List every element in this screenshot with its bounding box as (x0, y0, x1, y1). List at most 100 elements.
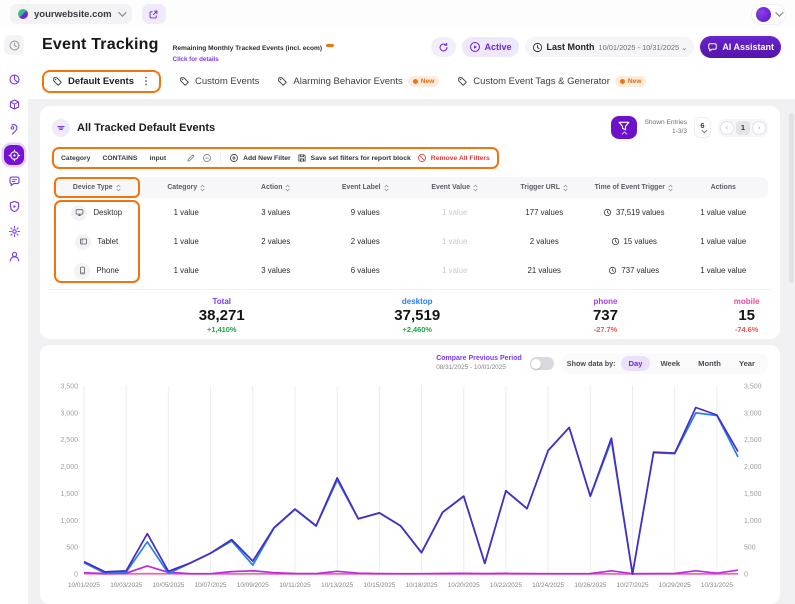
svg-text:1,000: 1,000 (60, 518, 78, 525)
sidebar-item-chat[interactable] (5, 172, 23, 190)
actions-cell[interactable]: 1 value value (679, 208, 769, 217)
time-cell[interactable]: 737 values (589, 266, 679, 275)
action-cell[interactable]: 2 values (231, 237, 321, 246)
show-by-week[interactable]: Week (652, 356, 688, 371)
remove-all-filters-button[interactable]: Remove All Filters (417, 153, 490, 163)
sidebar-item-media[interactable] (5, 197, 23, 215)
prev-page-button[interactable]: ‹ (720, 120, 734, 135)
page-size-select[interactable]: 6 (694, 117, 711, 138)
sidebar-item-gesture[interactable] (5, 120, 23, 138)
tab-custom-events[interactable]: Custom Events (179, 76, 259, 87)
svg-text:10/11/2025: 10/11/2025 (279, 582, 311, 589)
sidebar-item-package[interactable] (5, 95, 23, 113)
table-row[interactable]: Phone 1 value 3 values 6 values 1 value … (52, 256, 768, 285)
table-row[interactable]: Desktop 1 value 3 values 9 values 1 valu… (52, 198, 768, 227)
quota-indicator (326, 44, 335, 48)
status-button[interactable]: Active (461, 37, 519, 57)
sidebar-item-event-tracking[interactable] (4, 145, 24, 165)
ai-assistant-button[interactable]: AI Assistant (700, 36, 781, 58)
open-site-button[interactable] (141, 4, 166, 24)
column-header-time-of-event-trigger[interactable]: Time of Event Trigger (589, 184, 679, 192)
filter-field[interactable]: Category (61, 155, 90, 162)
pagination: ‹ 1 › (718, 118, 768, 137)
sidebar-item-settings[interactable] (5, 222, 23, 240)
tab-default-events[interactable]: Default Events ⋮ (42, 70, 161, 93)
user-menu[interactable] (752, 4, 785, 24)
site-logo-icon (18, 9, 28, 19)
sort-icon[interactable] (115, 184, 121, 192)
column-header-category[interactable]: Category (142, 184, 232, 192)
column-header-actions[interactable]: Actions (679, 184, 769, 191)
column-label: Actions (710, 184, 736, 191)
time-cell[interactable]: 15 values (589, 237, 679, 246)
category-cell[interactable]: 1 value (142, 266, 232, 275)
content-area: All Tracked Default Events Shown Entries (28, 99, 795, 604)
column-label: Event Label (341, 184, 381, 191)
column-header-device-type[interactable]: Device Type (54, 177, 140, 198)
date-range-picker[interactable]: Last Month 10/01/2025 - 10/31/2025 ⌄ (524, 37, 695, 57)
sort-icon[interactable] (668, 184, 673, 192)
device-cell[interactable]: Phone (52, 262, 142, 279)
sort-icon[interactable] (473, 184, 478, 192)
show-by-year[interactable]: Year (731, 356, 763, 371)
event-label-cell[interactable]: 2 values (321, 237, 411, 246)
category-cell[interactable]: 1 value (142, 208, 232, 217)
stat-phone: phone 737 -27.7% (593, 297, 618, 334)
device-cell[interactable]: Desktop (52, 204, 142, 221)
trigger-url-cell[interactable]: 177 values (500, 208, 590, 217)
compare-period-toggle[interactable] (529, 357, 554, 370)
sort-icon[interactable] (383, 184, 389, 192)
current-page[interactable]: 1 (736, 120, 750, 135)
kebab-menu-icon[interactable]: ⋮ (141, 76, 151, 87)
action-cell[interactable]: 3 values (231, 266, 321, 275)
refresh-button[interactable] (430, 37, 456, 57)
stat-label: Total (212, 297, 232, 306)
compare-period-block: Compare Previous Period 08/31/2025 - 10/… (436, 355, 522, 371)
column-header-event-label[interactable]: Event Label (321, 184, 411, 192)
show-by-month[interactable]: Month (690, 356, 729, 371)
site-selector[interactable]: yourwebsite.com (10, 4, 132, 24)
device-cell[interactable]: Tablet (52, 233, 142, 250)
save-filters-button[interactable]: Save set filters for report block (297, 153, 411, 163)
svg-text:10/01/2025: 10/01/2025 (68, 582, 100, 589)
remove-filter-button[interactable] (202, 153, 212, 163)
tag-icon (457, 76, 468, 87)
event-label-cell[interactable]: 6 values (321, 266, 411, 275)
column-header-event-value[interactable]: Event Value (410, 184, 500, 192)
next-page-button[interactable]: › (752, 120, 766, 135)
sidebar-item-analytics[interactable] (5, 70, 23, 88)
tracked-events-panel: All Tracked Default Events Shown Entries (40, 106, 780, 339)
actions-cell[interactable]: 1 value value (679, 237, 769, 246)
sort-icon[interactable] (563, 184, 568, 192)
category-cell[interactable]: 1 value (142, 237, 232, 246)
show-by-day[interactable]: Day (620, 356, 651, 371)
column-header-trigger-url[interactable]: Trigger URL (500, 184, 590, 192)
event-label-cell[interactable]: 9 values (321, 208, 411, 217)
svg-text:2,500: 2,500 (744, 437, 762, 444)
time-cell[interactable]: 37,519 values (589, 208, 679, 217)
details-link[interactable]: Click for details (173, 56, 335, 63)
sort-icon[interactable] (200, 184, 205, 192)
layers-icon (57, 125, 65, 130)
column-filter-button[interactable] (611, 116, 638, 139)
table-row[interactable]: Tablet 1 value 2 values 2 values 1 value… (52, 227, 768, 256)
edit-filter-button[interactable] (186, 153, 196, 163)
table-header: Device Type Category Action Event Label Even… (52, 177, 768, 198)
add-filter-button[interactable]: Add New Filter (229, 153, 291, 163)
tab-custom-event-tags-generator[interactable]: Custom Event Tags & Generator New (457, 76, 647, 87)
column-header-action[interactable]: Action (231, 184, 321, 192)
stats-summary: Total 38,271 +1,410% desktop 37,519 +2,46… (48, 289, 772, 339)
tab-alarming-behavior-events[interactable]: Alarming Behavior Events New (277, 76, 440, 87)
filter-operator[interactable]: CONTAINS (102, 155, 137, 162)
sort-icon[interactable] (285, 184, 291, 192)
actions-cell[interactable]: 1 value value (679, 266, 769, 275)
svg-text:10/22/2025: 10/22/2025 (490, 582, 522, 589)
sidebar-item-history[interactable] (4, 35, 24, 55)
scrollbar[interactable] (789, 113, 794, 283)
stat-value: 737 (592, 307, 618, 324)
sidebar-item-account[interactable] (5, 247, 23, 265)
trigger-url-cell[interactable]: 21 values (500, 266, 590, 275)
action-cell[interactable]: 3 values (231, 208, 321, 217)
trigger-url-cell[interactable]: 2 values (500, 237, 590, 246)
filter-value[interactable]: input (149, 155, 166, 162)
